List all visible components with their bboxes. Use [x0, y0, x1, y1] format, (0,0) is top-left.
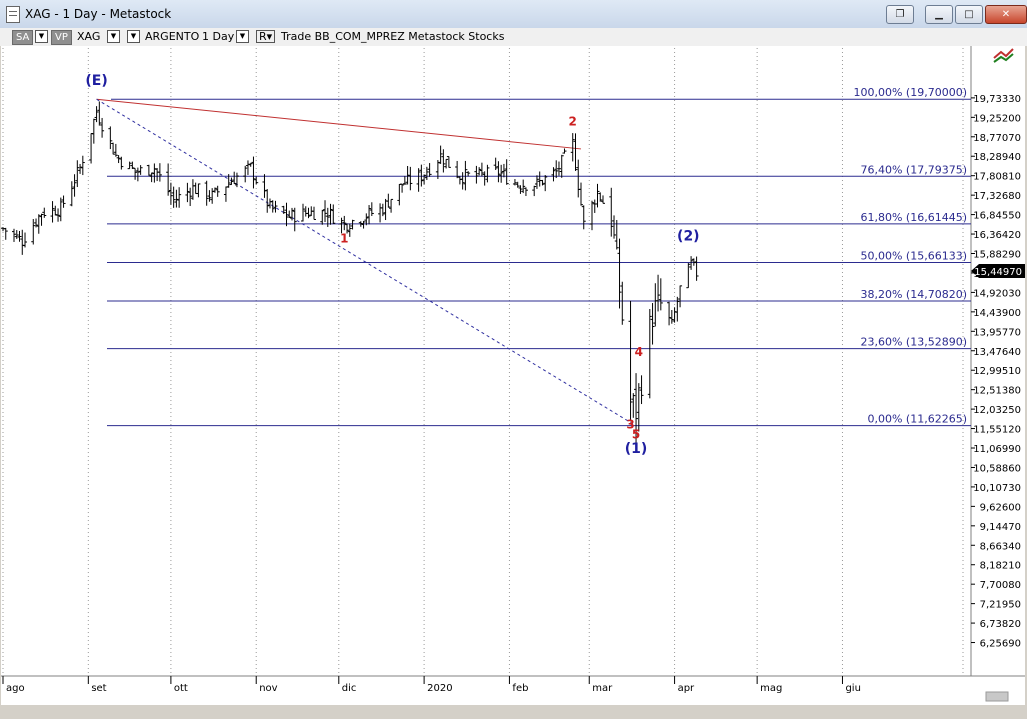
x-tick-label: 2020: [427, 683, 452, 694]
chart-area[interactable]: ago set ott nov dic 2020 feb mar apr mag giu 19,733…: [1, 46, 1025, 705]
y-tick-label: 19,25200: [973, 113, 1021, 124]
close-button[interactable]: ✕: [985, 5, 1027, 24]
x-tick-label: ott: [174, 683, 188, 694]
fibonacci-level-label: 0,00% (11,62265): [867, 413, 967, 426]
y-tick-label: 15,88290: [973, 249, 1021, 260]
symbol-label: XAG: [77, 30, 101, 43]
trendline: [96, 98, 582, 150]
fibonacci-level-label: 50,00% (15,66133): [860, 249, 967, 262]
y-tick-label: 18,77070: [973, 133, 1021, 144]
y-tick-label: 11,06990: [973, 444, 1021, 455]
timeframe-dropdown-icon[interactable]: ▼: [236, 30, 249, 43]
wave-label: (2): [677, 229, 700, 245]
timeframe-label: 1 Day: [202, 30, 235, 43]
vp-button[interactable]: VP: [51, 30, 72, 45]
y-tick-label: 6,25690: [980, 639, 1021, 650]
x-tick-label: mar: [592, 683, 613, 694]
y-tick-label: 18,28940: [973, 152, 1021, 163]
periodicity-button[interactable]: SA: [12, 30, 34, 45]
y-tick-label: 17,80810: [973, 172, 1021, 183]
document-icon: [6, 6, 20, 23]
maximize-button[interactable]: □: [955, 5, 983, 24]
y-tick-label: 12,03250: [973, 405, 1021, 416]
wave-label: 4: [635, 345, 643, 359]
data-source-label: Trade BB_COM_MPREZ Metastock Stocks: [281, 30, 505, 43]
chart-toolbar: SA ▼ VP XAG ▼ ▼ ARGENTO 1 Day ▼ R▾ Trade…: [0, 28, 1027, 46]
y-tick-label: 19,73330: [973, 94, 1021, 105]
wave-label: (E): [85, 73, 107, 89]
fibonacci-level-label: 38,20% (14,70820): [860, 288, 967, 301]
wave-label: 2: [569, 114, 577, 128]
security-name: ARGENTO: [145, 30, 200, 43]
last-price-label: 15,44970: [974, 267, 1022, 278]
x-tick-label: apr: [678, 683, 695, 694]
y-tick-label: 16,84550: [973, 211, 1021, 222]
minimize-button[interactable]: ▁: [925, 5, 953, 24]
x-tick-label: nov: [259, 683, 277, 694]
periodicity-dropdown-icon[interactable]: ▼: [35, 30, 48, 43]
y-tick-label: 12,51380: [973, 386, 1021, 397]
symbol-dropdown-icon[interactable]: ▼: [107, 30, 120, 43]
y-tick-label: 14,92030: [973, 288, 1021, 299]
restore-button[interactable]: ❐: [886, 5, 914, 24]
r-button-label: R: [259, 30, 267, 43]
wave-label: 5: [632, 428, 640, 442]
fibonacci-level-label: 76,40% (17,79375): [860, 163, 967, 176]
x-tick-label: ago: [6, 683, 25, 694]
maximize-icon: □: [964, 8, 974, 20]
y-tick-label: 6,73820: [980, 619, 1021, 630]
window-title: XAG - 1 Day - Metastock: [25, 7, 172, 21]
x-tick-label: dic: [342, 683, 357, 694]
r-button[interactable]: R▾: [256, 30, 276, 43]
title-bar: XAG - 1 Day - Metastock ❐ ▁ □ ✕: [0, 0, 1027, 29]
price-chart[interactable]: ago set ott nov dic 2020 feb mar apr mag giu 19,733…: [1, 46, 1025, 705]
y-tick-label: 12,99510: [973, 366, 1021, 377]
y-tick-label: 17,32680: [973, 191, 1021, 202]
fibonacci-level-label: 23,60% (13,52890): [860, 336, 967, 349]
x-tick-label: mag: [760, 683, 782, 694]
y-tick-label: 8,18210: [980, 561, 1021, 572]
y-tick-label: 13,47640: [973, 347, 1021, 358]
fibonacci-level-label: 100,00% (19,70000): [853, 86, 967, 99]
minimize-icon: ▁: [935, 8, 943, 20]
wave-label: 1: [340, 232, 348, 246]
x-tick-label: set: [91, 683, 106, 694]
y-tick-label: 16,36420: [973, 230, 1021, 241]
y-tick-label: 13,95770: [973, 327, 1021, 338]
close-icon: ✕: [1001, 8, 1011, 20]
y-tick-label: 14,43900: [973, 308, 1021, 319]
scroll-grip: [985, 691, 1009, 702]
fibonacci-level-label: 61,80% (16,61445): [860, 211, 967, 224]
y-tick-label: 10,58860: [973, 463, 1021, 474]
y-tick-label: 11,55120: [973, 425, 1021, 436]
x-tick-label: giu: [845, 683, 860, 694]
y-tick-label: 10,10730: [973, 483, 1021, 494]
y-tick-label: 7,21950: [980, 600, 1021, 611]
wave-label: (1): [625, 441, 648, 457]
security-dropdown-icon[interactable]: ▼: [127, 30, 140, 43]
status-bar: [0, 705, 1027, 719]
x-tick-label: feb: [512, 683, 528, 694]
restore-icon: ❐: [895, 8, 905, 20]
y-tick-label: 9,14470: [980, 522, 1021, 533]
y-tick-label: 7,70080: [980, 580, 1021, 591]
y-tick-label: 9,62600: [980, 502, 1021, 513]
y-tick-label: 8,66340: [980, 541, 1021, 552]
